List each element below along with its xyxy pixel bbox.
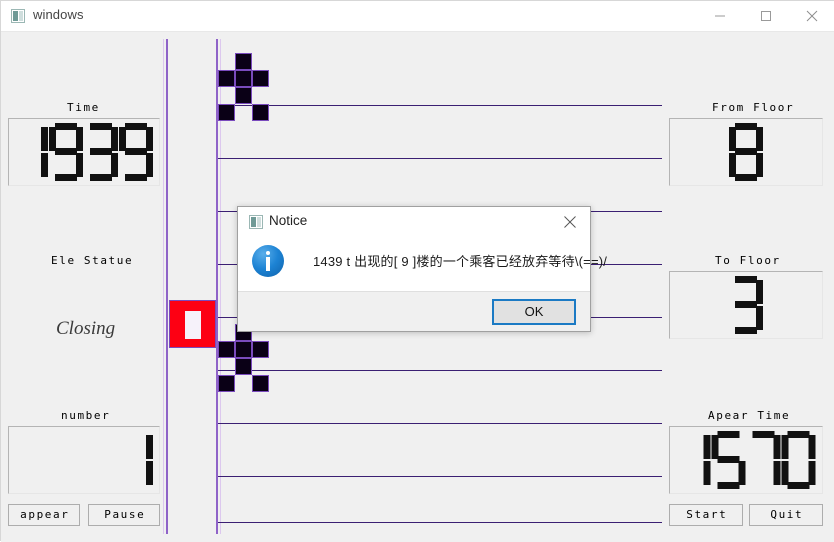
time-label: Time <box>67 101 100 114</box>
application-window: windows Time Ele Statue Closing number a… <box>0 0 834 542</box>
seven-segment-digit <box>729 123 763 181</box>
from-floor-display <box>669 118 823 186</box>
dialog-message: 1439 t 出现的[ 9 ]楼的一个乘客已经放弃等待\(==)/ <box>313 254 608 269</box>
seven-segment-digit <box>49 123 83 181</box>
ele-statue-value: Closing <box>56 318 116 339</box>
title-bar: windows <box>1 1 834 31</box>
info-icon <box>252 245 284 277</box>
to-floor-display <box>669 271 823 339</box>
app-window-icon <box>249 215 263 229</box>
seven-segment-digit <box>119 431 153 489</box>
close-icon[interactable] <box>550 207 590 237</box>
start-button[interactable]: Start <box>669 504 743 526</box>
maximize-icon[interactable] <box>743 1 789 31</box>
elevator-door <box>185 311 201 339</box>
floor-line <box>218 522 662 523</box>
number-label: number <box>61 409 111 422</box>
passenger-block <box>235 70 252 87</box>
seven-segment-digit <box>84 123 118 181</box>
client-area: Time Ele Statue Closing number appear Pa… <box>1 32 834 542</box>
passenger-block <box>235 53 252 70</box>
app-window-icon <box>11 9 25 23</box>
to-floor-label: To Floor <box>715 254 781 267</box>
passenger-block <box>235 358 252 375</box>
floor-line <box>218 105 662 106</box>
passenger-block <box>235 341 252 358</box>
apear-time-label: Apear Time <box>708 409 791 422</box>
passenger-block <box>218 341 235 358</box>
floor-line <box>218 370 662 371</box>
passenger-block <box>252 375 269 392</box>
to-floor-value <box>729 276 763 334</box>
passenger-block <box>218 104 235 121</box>
shaft-line-left <box>166 39 168 534</box>
passenger-block <box>252 70 269 87</box>
seven-segment-digit <box>781 431 816 489</box>
apear-time-display <box>669 426 823 494</box>
time-display <box>8 118 160 186</box>
dialog-body: 1439 t 出现的[ 9 ]楼的一个乘客已经放弃等待\(==)/ <box>238 237 607 293</box>
from-floor-value <box>729 123 763 181</box>
passenger-block <box>218 70 235 87</box>
dialog-footer: OK <box>238 291 590 331</box>
seven-segment-digit <box>119 123 153 181</box>
time-value <box>14 123 153 181</box>
seven-segment-digit <box>711 431 746 489</box>
seven-segment-digit <box>747 431 781 489</box>
number-display <box>8 426 160 494</box>
passenger-block <box>252 341 269 358</box>
close-icon[interactable] <box>789 1 834 31</box>
notice-dialog: Notice 1439 t 出现的[ 9 ]楼的一个乘客已经放弃等待\(==)/… <box>237 206 607 332</box>
seven-segment-digit <box>729 276 763 334</box>
pause-button[interactable]: Pause <box>88 504 160 526</box>
shaft-line-outer-left <box>163 39 164 534</box>
shaft-line-right <box>216 39 218 534</box>
ok-button[interactable]: OK <box>492 299 576 325</box>
appear-button[interactable]: appear <box>8 504 80 526</box>
dialog-title-bar: Notice <box>238 207 590 237</box>
passenger-block <box>218 375 235 392</box>
minimize-icon[interactable] <box>697 1 743 31</box>
passenger-block <box>235 87 252 104</box>
from-floor-label: From Floor <box>712 101 795 114</box>
seven-segment-digit <box>14 123 48 181</box>
passenger-block <box>252 104 269 121</box>
floor-line <box>218 158 662 159</box>
floor-line <box>218 423 662 424</box>
elevator-car <box>169 300 216 348</box>
shaft-line-outer-right <box>220 39 221 534</box>
quit-button[interactable]: Quit <box>749 504 823 526</box>
apear-time-value <box>677 431 816 489</box>
number-value <box>119 431 153 489</box>
floor-line <box>218 476 662 477</box>
dialog-title: Notice <box>269 213 308 228</box>
seven-segment-digit <box>677 431 711 489</box>
window-title: windows <box>33 7 84 22</box>
ele-statue-label: Ele Statue <box>51 254 134 267</box>
